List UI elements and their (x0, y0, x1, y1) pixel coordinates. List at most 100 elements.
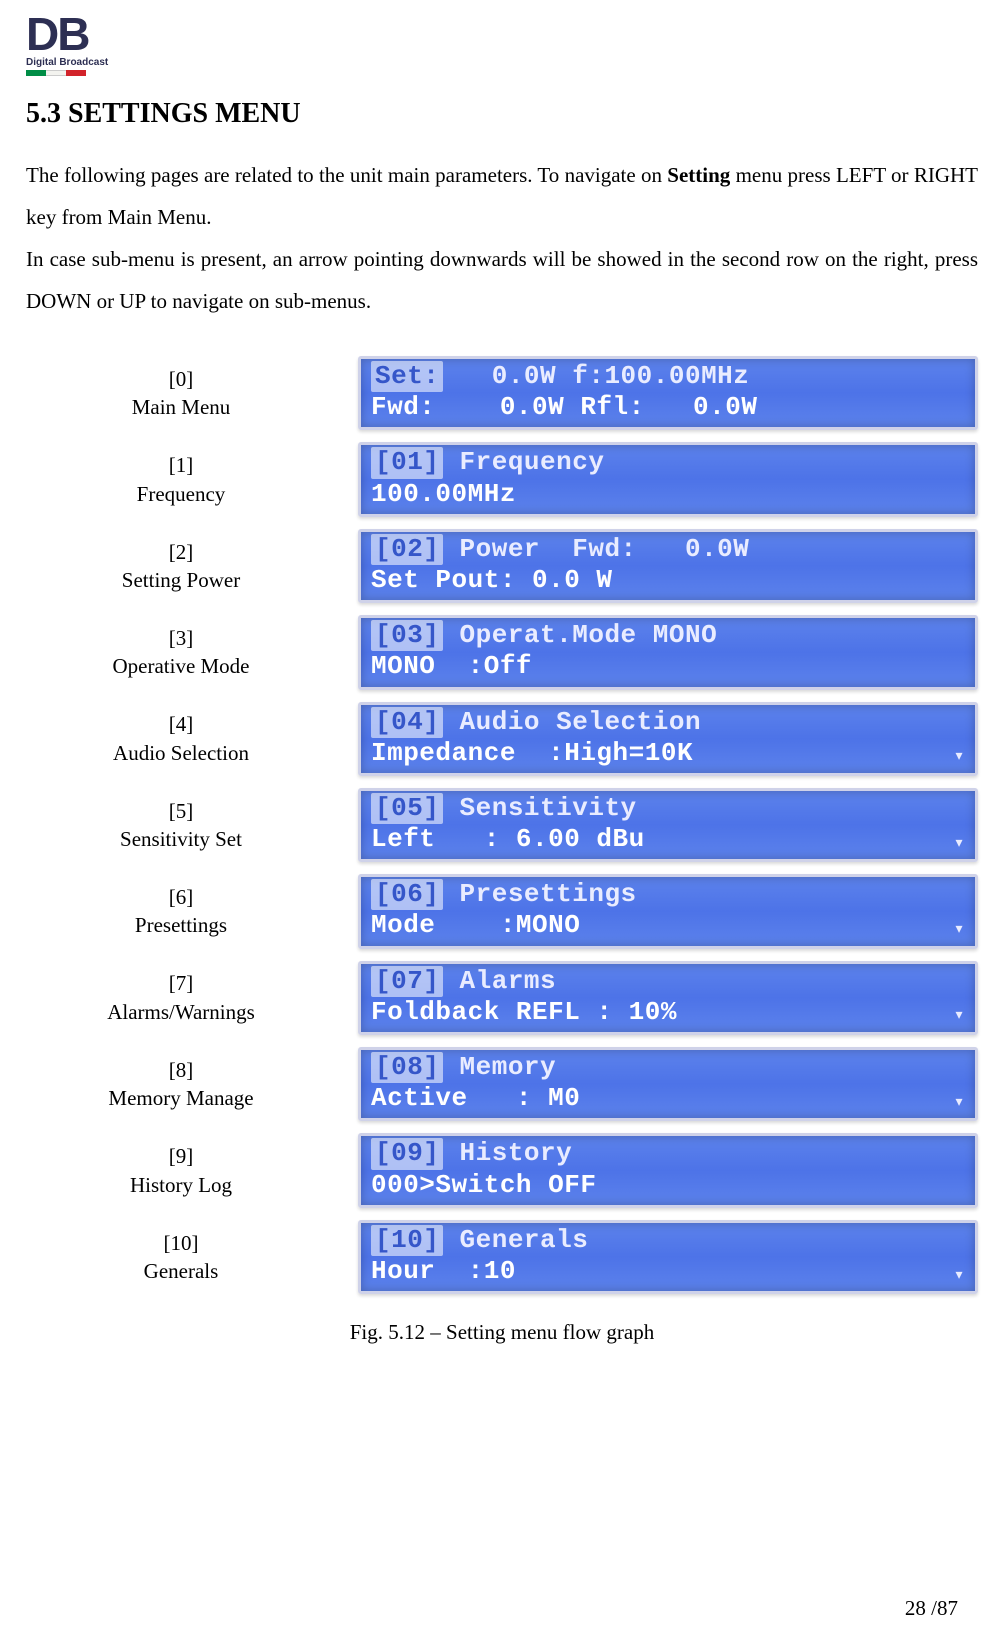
menu-name: Presettings (26, 911, 336, 939)
lcd-line1-rest: 0.0W f:100.00MHz (443, 361, 749, 391)
menu-name: Alarms/Warnings (26, 998, 336, 1026)
section-heading: 5.3 SETTINGS MENU (26, 98, 978, 130)
menu-name: Generals (26, 1257, 336, 1285)
submenu-arrow-icon: ▾ (954, 834, 965, 856)
submenu-arrow-icon: ▾ (954, 1006, 965, 1028)
page: DB Digital Broadcast 5.3 SETTINGS MENU T… (0, 0, 1004, 1645)
lcd-screen: [01] Frequency100.00MHz (358, 442, 978, 516)
menu-index: [2] (26, 538, 336, 566)
lcd-line1-rest: Operat.Mode MONO (443, 620, 717, 650)
menu-label: [8]Memory Manage (26, 1056, 336, 1113)
lcd-line1-highlight: [08] (371, 1052, 443, 1083)
menu-label: [0]Main Menu (26, 365, 336, 422)
lcd-line1-highlight: [10] (371, 1225, 443, 1256)
menu-index: [0] (26, 365, 336, 393)
lcd-line1-rest: Memory (443, 1052, 556, 1082)
menu-row: [7]Alarms/Warnings [07] AlarmsFoldback RE… (26, 961, 978, 1035)
lcd-screen: [02] Power Fwd: 0.0WSet Pout: 0.0 W (358, 529, 978, 603)
lcd-line1-rest: Generals (443, 1225, 588, 1255)
menu-name: Audio Selection (26, 739, 336, 767)
lcd-line1-highlight: [09] (371, 1138, 443, 1169)
menu-row: [3]Operative Mode [03] Operat.Mode MONOMO… (26, 615, 978, 689)
lcd-line1-rest: Frequency (443, 447, 604, 477)
lcd-line1-rest: Audio Selection (443, 707, 701, 737)
submenu-arrow-icon: ▾ (954, 747, 965, 769)
lcd-line1-highlight: [07] (371, 966, 443, 997)
menu-label: [1]Frequency (26, 451, 336, 508)
lcd-screen: [07] AlarmsFoldback REFL : 10% ▾ (358, 961, 978, 1035)
lcd-line2: 000>Switch OFF (371, 1170, 596, 1200)
menu-index: [4] (26, 710, 336, 738)
menu-label: [6]Presettings (26, 883, 336, 940)
menu-index: [8] (26, 1056, 336, 1084)
menu-row: [0]Main Menu Set: 0.0W f:100.00MHzFwd: 0.… (26, 356, 978, 430)
menu-index: [9] (26, 1142, 336, 1170)
menu-index: [7] (26, 969, 336, 997)
menu-name: Memory Manage (26, 1084, 336, 1112)
menu-label: [9]History Log (26, 1142, 336, 1199)
para-line-2: In case sub-menu is present, an arrow po… (26, 247, 978, 313)
lcd-line1-rest: Presettings (443, 879, 636, 909)
logo-letters: DB (26, 16, 88, 53)
menu-row: [5]Sensitivity Set [05] SensitivityLeft :… (26, 788, 978, 862)
logo-block: DB Digital Broadcast (26, 16, 978, 76)
menu-name: Sensitivity Set (26, 825, 336, 853)
menu-list: [0]Main Menu Set: 0.0W f:100.00MHzFwd: 0.… (26, 356, 978, 1294)
menu-name: Setting Power (26, 566, 336, 594)
lcd-screen: [09] History000>Switch OFF (358, 1133, 978, 1207)
submenu-arrow-icon: ▾ (954, 1093, 965, 1115)
lcd-screen: [04] Audio SelectionImpedance :High=10K ▾ (358, 702, 978, 776)
para-part-1: The following pages are related to the u… (26, 163, 667, 187)
lcd-line2: Left : 6.00 dBu (371, 824, 645, 854)
lcd-line1-highlight: [02] (371, 534, 443, 565)
lcd-line2: Active : M0 (371, 1083, 580, 1113)
submenu-arrow-icon: ▾ (954, 920, 965, 942)
lcd-line2: Foldback REFL : 10% (371, 997, 677, 1027)
lcd-screen: Set: 0.0W f:100.00MHzFwd: 0.0W Rfl: 0.0W (358, 356, 978, 430)
menu-row: [6]Presettings[06] PresettingsMode :MONO… (26, 874, 978, 948)
lcd-line1-highlight: [06] (371, 879, 443, 910)
lcd-screen: [10] GeneralsHour :10 ▾ (358, 1220, 978, 1294)
lcd-screen: [03] Operat.Mode MONOMONO :Off (358, 615, 978, 689)
lcd-line1-rest: Sensitivity (443, 793, 636, 823)
menu-index: [3] (26, 624, 336, 652)
menu-name: Main Menu (26, 393, 336, 421)
menu-label: [4]Audio Selection (26, 710, 336, 767)
page-number: 28 /87 (905, 1596, 958, 1621)
para-bold: Setting (667, 163, 730, 187)
figure-caption: Fig. 5.12 – Setting menu flow graph (26, 1320, 978, 1345)
lcd-line2: Hour :10 (371, 1256, 516, 1286)
lcd-line2: Set Pout: 0.0 W (371, 565, 613, 595)
menu-name: History Log (26, 1171, 336, 1199)
menu-label: [2]Setting Power (26, 538, 336, 595)
menu-index: [6] (26, 883, 336, 911)
lcd-line2: Impedance :High=10K (371, 738, 693, 768)
menu-index: [1] (26, 451, 336, 479)
menu-row: [2]Setting Power [02] Power Fwd: 0.0WSet … (26, 529, 978, 603)
lcd-line1-highlight: [03] (371, 620, 443, 651)
lcd-line1-highlight: [04] (371, 707, 443, 738)
italy-flag-icon (26, 70, 86, 76)
menu-label: [10]Generals (26, 1229, 336, 1286)
menu-row: [1]Frequency[01] Frequency100.00MHz (26, 442, 978, 516)
lcd-line2: Mode :MONO (371, 910, 580, 940)
menu-label: [3]Operative Mode (26, 624, 336, 681)
lcd-line2: Fwd: 0.0W Rfl: 0.0W (371, 392, 757, 422)
lcd-line1-highlight: [01] (371, 447, 443, 478)
logo-subtitle: Digital Broadcast (26, 57, 978, 68)
menu-name: Operative Mode (26, 652, 336, 680)
menu-name: Frequency (26, 480, 336, 508)
intro-paragraph: The following pages are related to the u… (26, 154, 978, 322)
menu-row: [10]Generals[10] GeneralsHour :10▾ (26, 1220, 978, 1294)
lcd-line1-rest: Power Fwd: 0.0W (443, 534, 749, 564)
menu-row: [9]History Log [09] History000>Switch OFF (26, 1133, 978, 1207)
menu-index: [5] (26, 797, 336, 825)
submenu-arrow-icon: ▾ (954, 1266, 965, 1288)
lcd-line1-highlight: Set: (371, 361, 443, 392)
lcd-line1-highlight: [05] (371, 793, 443, 824)
lcd-line1-rest: Alarms (443, 966, 556, 996)
menu-row: [4]Audio Selection[04] Audio SelectionIm… (26, 702, 978, 776)
lcd-screen: [08] MemoryActive : M0 ▾ (358, 1047, 978, 1121)
lcd-line2: MONO :Off (371, 651, 532, 681)
menu-label: [5]Sensitivity Set (26, 797, 336, 854)
